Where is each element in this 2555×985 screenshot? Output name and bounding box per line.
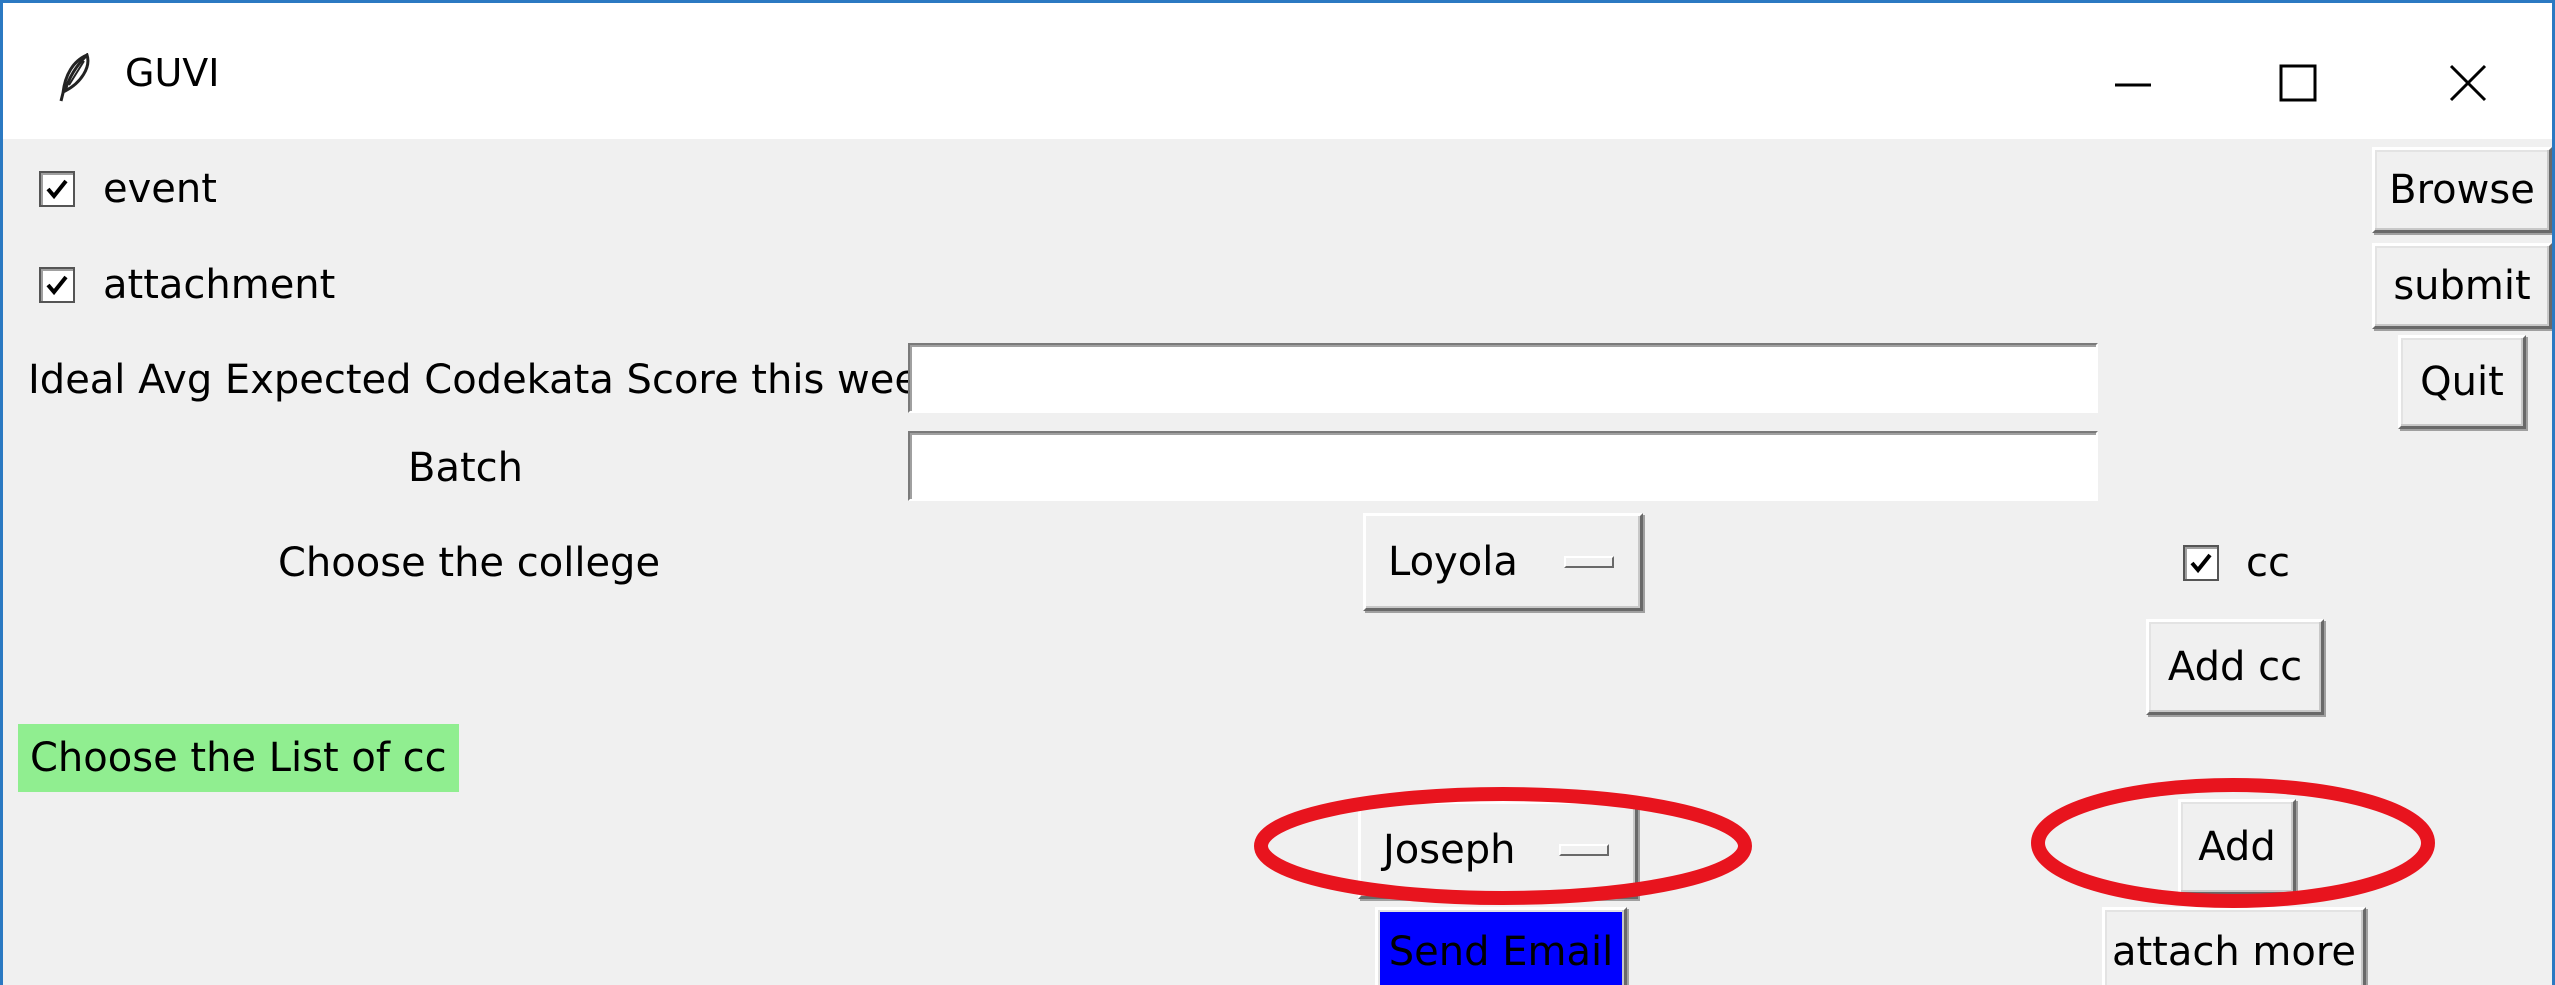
highlight-ellipse-add-button bbox=[2031, 778, 2435, 908]
annotation-overlay bbox=[1254, 778, 2435, 908]
highlight-ellipse-cc-dropdown bbox=[1254, 787, 1752, 905]
app-window: GUVI event attachment Browse submit Quit… bbox=[0, 0, 2555, 985]
